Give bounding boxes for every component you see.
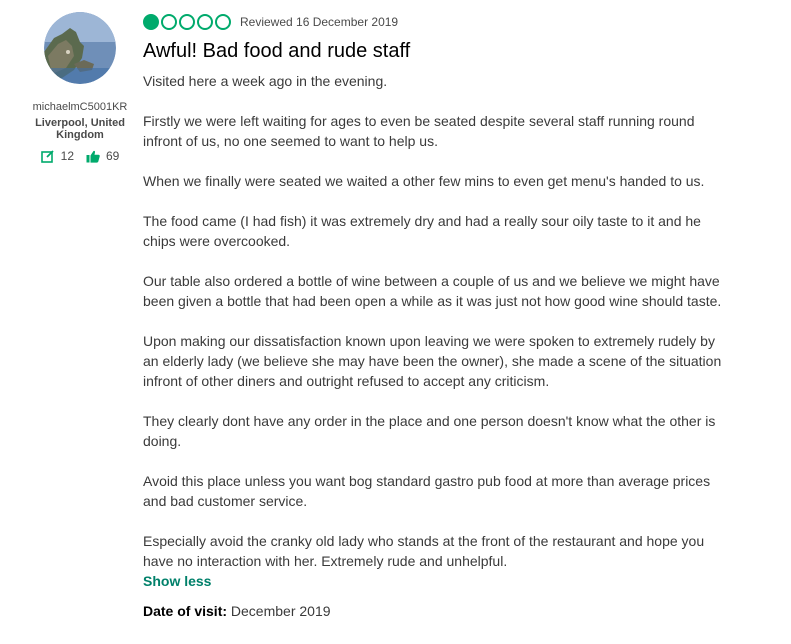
- reviewed-date: Reviewed 16 December 2019: [240, 15, 399, 29]
- review-paragraph: Upon making our dissatisfaction known up…: [143, 333, 722, 389]
- helpful-votes-count: 69: [106, 149, 120, 163]
- member-info: michaelmC5001KR Liverpool, United Kingdo…: [20, 12, 140, 163]
- empty-bubble-icon: [161, 14, 177, 30]
- empty-bubble-icon: [215, 14, 231, 30]
- member-stats: 12 69: [20, 149, 140, 163]
- review-paragraph: Our table also ordered a bottle of wine …: [143, 273, 722, 309]
- show-less-link[interactable]: Show less: [143, 571, 211, 591]
- filled-bubble-icon: [143, 14, 159, 30]
- review-content: Reviewed 16 December 2019 Awful! Bad foo…: [143, 12, 723, 621]
- contributions-count: 12: [60, 149, 74, 163]
- review-paragraph: Especially avoid the cranky old lady who…: [143, 533, 705, 569]
- review-paragraph: They clearly dont have any order in the …: [143, 413, 716, 449]
- rating-row: Reviewed 16 December 2019: [143, 12, 723, 32]
- review-paragraph: Avoid this place unless you want bog sta…: [143, 473, 711, 509]
- contributions-stat: 12: [40, 149, 74, 163]
- review-title[interactable]: Awful! Bad food and rude staff: [143, 39, 723, 63]
- username[interactable]: michaelmC5001KR: [20, 101, 140, 113]
- empty-bubble-icon: [197, 14, 213, 30]
- date-of-visit-label: Date of visit:: [143, 603, 228, 619]
- review-body: Visited here a week ago in the evening. …: [143, 71, 723, 571]
- date-of-visit-value: December 2019: [230, 603, 331, 619]
- review-paragraph: Visited here a week ago in the evening.: [143, 73, 388, 89]
- avatar[interactable]: [44, 12, 116, 84]
- date-of-visit: Date of visit: December 2019: [143, 601, 723, 621]
- review-card: michaelmC5001KR Liverpool, United Kingdo…: [0, 0, 791, 644]
- review-paragraph: When we finally were seated we waited a …: [143, 173, 705, 189]
- member-location: Liverpool, United Kingdom: [35, 117, 125, 141]
- bubble-rating: [143, 14, 231, 30]
- review-paragraph: The food came (I had fish) it was extrem…: [143, 213, 701, 249]
- review-paragraph: Firstly we were left waiting for ages to…: [143, 113, 695, 149]
- empty-bubble-icon: [179, 14, 195, 30]
- pencil-square-icon: [40, 150, 54, 163]
- thumbs-up-icon: [86, 150, 100, 163]
- helpful-votes-stat: 69: [86, 149, 119, 163]
